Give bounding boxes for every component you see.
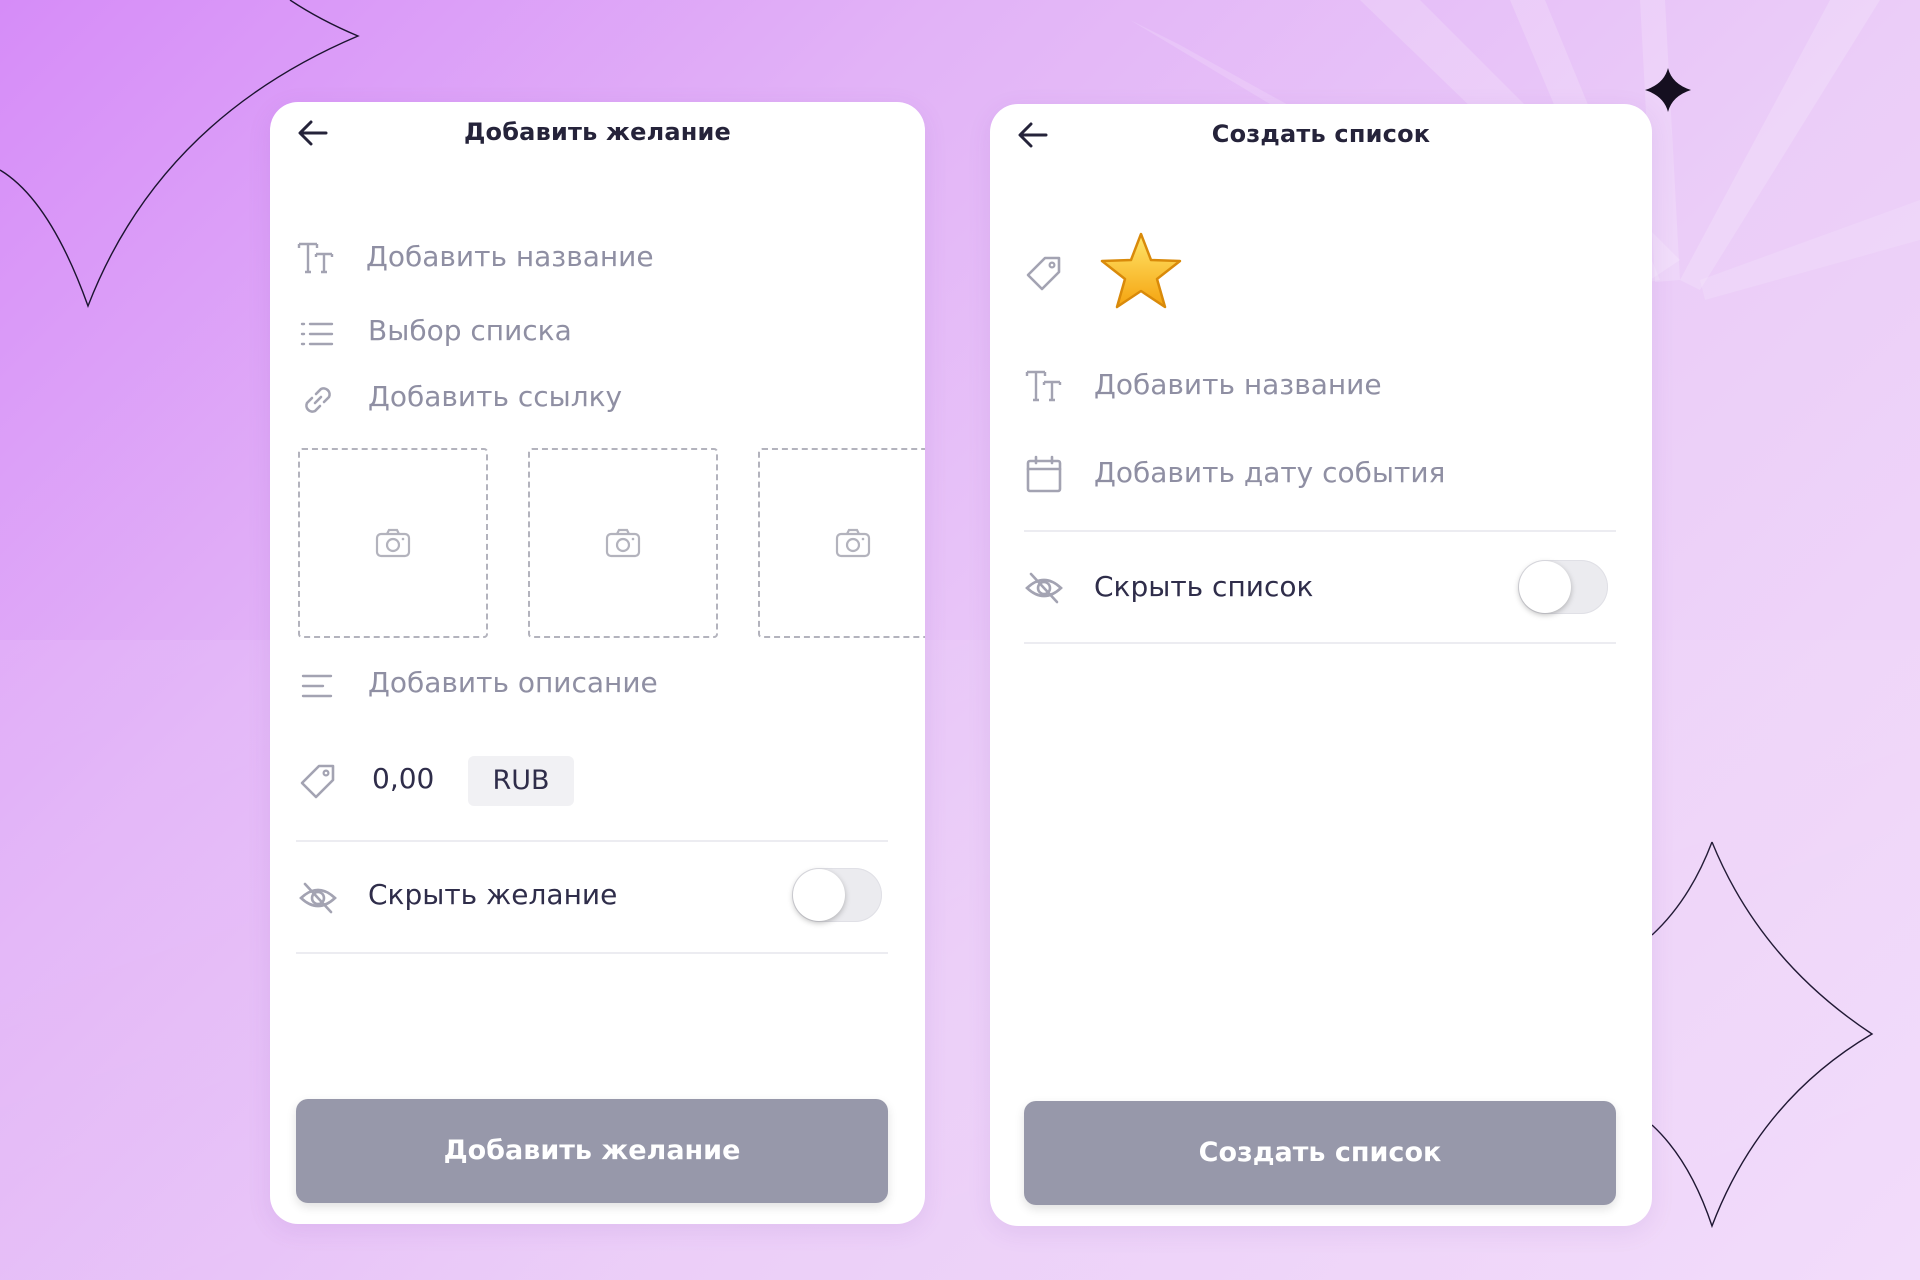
hide-wish-toggle[interactable] (792, 868, 882, 922)
page-title: Создать список (1211, 120, 1431, 148)
currency-select[interactable]: RUB (468, 756, 574, 806)
divider (1024, 530, 1616, 532)
text-size-icon (297, 242, 334, 274)
text-size-icon (1025, 370, 1062, 402)
camera-icon (835, 528, 871, 558)
divider (296, 840, 888, 842)
toggle-knob (793, 869, 845, 921)
photo-slot[interactable] (298, 448, 488, 638)
star-emoji-button[interactable] (1098, 230, 1184, 312)
list-icon (300, 322, 334, 346)
wish-name-input[interactable]: Добавить название (366, 240, 654, 273)
divider (1024, 642, 1616, 644)
wish-description-input[interactable]: Добавить описание (368, 666, 658, 699)
event-date-input[interactable]: Добавить дату события (1094, 456, 1445, 489)
toggle-knob (1519, 561, 1571, 613)
add-wish-button[interactable]: Добавить желание (296, 1099, 888, 1203)
photo-slot[interactable] (758, 448, 925, 638)
page-title: Добавить желание (463, 118, 732, 146)
wish-link-input[interactable]: Добавить ссылку (368, 380, 622, 413)
hide-list-label: Скрыть список (1094, 570, 1314, 603)
header: Добавить желание (270, 102, 925, 162)
description-icon (301, 674, 333, 698)
create-list-button[interactable]: Создать список (1024, 1101, 1616, 1205)
calendar-icon (1026, 455, 1062, 493)
divider (296, 952, 888, 954)
camera-icon (605, 528, 641, 558)
tag-icon (1026, 256, 1061, 291)
photo-slot[interactable] (528, 448, 718, 638)
list-name-input[interactable]: Добавить название (1094, 368, 1382, 401)
link-icon (305, 387, 331, 413)
camera-icon (375, 528, 411, 558)
eye-off-icon (299, 882, 337, 914)
add-wish-screen: Добавить желание Добавить название Выбор… (270, 102, 925, 1224)
sparkle-outline-bottom-right (1651, 841, 1874, 1229)
header: Создать список (990, 104, 1652, 164)
hide-list-toggle[interactable] (1518, 560, 1608, 614)
eye-off-icon (1025, 572, 1063, 604)
create-list-screen: Создать список Добавить название Добавит… (990, 104, 1652, 1226)
list-select[interactable]: Выбор списка (368, 314, 572, 347)
price-tag-icon (300, 764, 335, 799)
price-input[interactable]: 0,00 (372, 762, 434, 795)
hide-wish-label: Скрыть желание (368, 878, 618, 911)
